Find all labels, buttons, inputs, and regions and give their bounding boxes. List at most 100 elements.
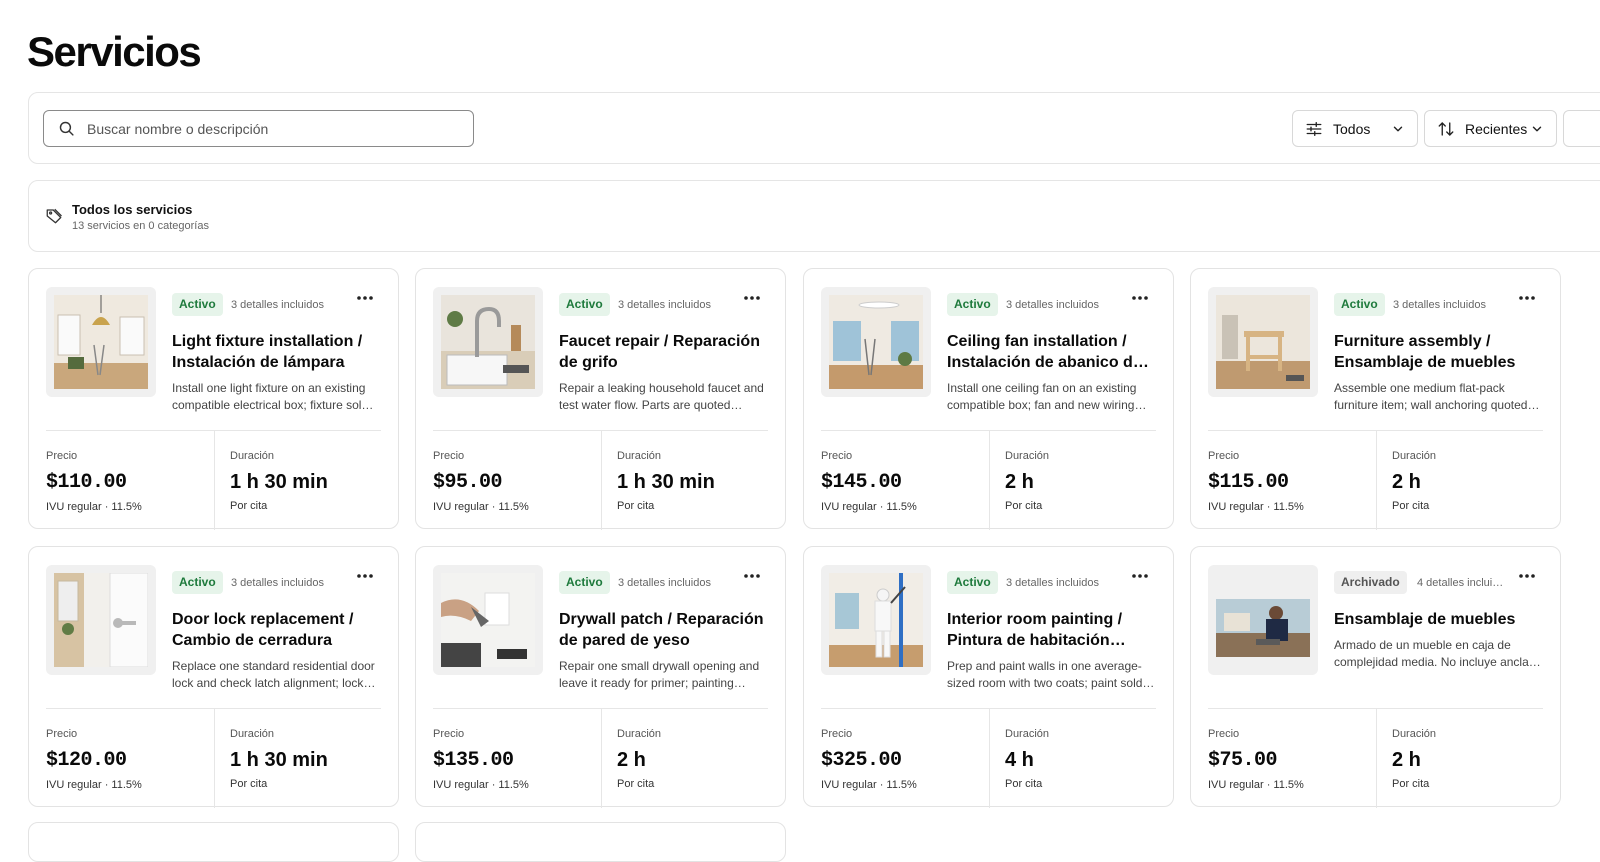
service-duration: 1 h 30 min <box>230 749 328 771</box>
tax-note: IVU regular · 11.5% <box>1208 501 1304 513</box>
service-title: Ceiling fan installation / Instalación d… <box>947 333 1142 371</box>
service-card[interactable]: Activo 3 detalles incluidos Light fixtur… <box>28 268 399 530</box>
per-appointment: Por cita <box>617 778 655 790</box>
price-label: Precio <box>1208 728 1240 740</box>
service-title: Light fixture installation / Instalación… <box>172 333 363 371</box>
light-fixture-photo-icon <box>54 295 148 389</box>
price-label: Precio <box>46 728 78 740</box>
service-duration: 2 h <box>617 749 646 771</box>
door-lock-photo-icon <box>54 573 148 667</box>
service-description: Install one light fixture on an existing… <box>172 381 369 412</box>
service-duration: 1 h 30 min <box>617 471 715 493</box>
service-card[interactable]: Activo 3 detalles incluidos Furniture as… <box>1190 268 1561 530</box>
chevron-down-icon <box>1393 126 1403 131</box>
per-appointment: Por cita <box>617 500 655 512</box>
more-options-icon[interactable] <box>355 291 375 305</box>
duration-label: Duración <box>617 728 662 740</box>
divider <box>601 431 602 530</box>
search-icon <box>59 121 74 136</box>
more-options-icon[interactable] <box>355 569 375 583</box>
price-label: Precio <box>821 728 853 740</box>
details-count: 3 detalles incluidos <box>1393 299 1486 311</box>
service-card[interactable] <box>28 822 399 862</box>
tax-note: IVU regular · 11.5% <box>46 501 142 513</box>
service-thumbnail <box>821 287 931 397</box>
service-card[interactable]: Activo 3 detalles incluidos Ceiling fan … <box>803 268 1174 530</box>
status-badge: Activo <box>172 293 223 316</box>
status-badge: Activo <box>947 571 998 594</box>
details-count: 3 detalles incluidos <box>1006 299 1099 311</box>
service-thumbnail <box>1208 565 1318 675</box>
search-box[interactable] <box>43 110 474 147</box>
service-title: Furniture assembly / Ensamblaje de muebl… <box>1334 333 1516 371</box>
per-appointment: Por cita <box>230 500 268 512</box>
service-thumbnail <box>433 287 543 397</box>
view-toggle-button[interactable] <box>1563 110 1600 147</box>
divider <box>989 709 990 808</box>
status-badge: Activo <box>1334 293 1385 316</box>
service-card[interactable]: Archivado 4 detalles incluidos Ensamblaj… <box>1190 546 1561 808</box>
service-description: Assemble one medium flat-pack furniture … <box>1334 381 1528 412</box>
search-input[interactable] <box>85 119 449 138</box>
price-label: Precio <box>433 728 465 740</box>
price-label: Precio <box>46 450 78 462</box>
service-description: Install one ceiling fan on an existing c… <box>947 381 1137 412</box>
service-card[interactable] <box>415 822 786 862</box>
service-thumbnail <box>1208 287 1318 397</box>
assembly-photo-icon <box>1216 573 1310 667</box>
tax-note: IVU regular · 11.5% <box>821 501 917 513</box>
details-count: 3 detalles incluidos <box>618 299 711 311</box>
service-title: Drywall patch / Reparación de pared de y… <box>559 611 764 649</box>
category-all-services[interactable]: Todos los servicios 13 servicios en 0 ca… <box>28 180 1600 252</box>
service-card[interactable]: Activo 3 detalles incluidos Door lock re… <box>28 546 399 808</box>
service-card[interactable]: Activo 3 detalles incluidos Interior roo… <box>803 546 1174 808</box>
divider <box>989 431 990 530</box>
service-price: $95.00 <box>433 471 503 494</box>
divider <box>1376 431 1377 530</box>
service-price: $325.00 <box>821 749 902 772</box>
divider <box>214 431 215 530</box>
service-description: Armado de un mueble en caja de complejid… <box>1334 638 1539 669</box>
more-options-icon[interactable] <box>742 291 762 305</box>
page-title: Servicios <box>27 28 202 75</box>
price-label: Precio <box>1208 450 1240 462</box>
service-thumbnail <box>46 287 156 397</box>
more-options-icon[interactable] <box>1130 291 1150 305</box>
duration-label: Duración <box>230 728 275 740</box>
service-price: $135.00 <box>433 749 514 772</box>
per-appointment: Por cita <box>1005 500 1043 512</box>
details-count: 3 detalles incluidos <box>231 577 324 589</box>
duration-label: Duración <box>1005 728 1050 740</box>
duration-label: Duración <box>1392 450 1437 462</box>
service-duration: 2 h <box>1392 471 1421 493</box>
service-thumbnail <box>46 565 156 675</box>
more-options-icon[interactable] <box>1517 291 1537 305</box>
painting-photo-icon <box>829 573 923 667</box>
filter-dropdown[interactable]: Todos <box>1292 110 1418 147</box>
service-description: Repair one small drywall opening and lea… <box>559 659 760 690</box>
tax-note: IVU regular · 11.5% <box>46 779 142 791</box>
more-options-icon[interactable] <box>1517 569 1537 583</box>
ceiling-fan-photo-icon <box>829 295 923 389</box>
sort-label: Recientes <box>1465 120 1528 137</box>
tax-note: IVU regular · 11.5% <box>821 779 917 791</box>
more-options-icon[interactable] <box>1130 569 1150 583</box>
tax-note: IVU regular · 11.5% <box>433 779 529 791</box>
service-title: Faucet repair / Reparación de grifo <box>559 333 760 371</box>
status-badge: Activo <box>559 293 610 316</box>
service-card[interactable]: Activo 3 detalles incluidos Faucet repai… <box>415 268 786 530</box>
more-options-icon[interactable] <box>742 569 762 583</box>
duration-label: Duración <box>617 450 662 462</box>
sort-dropdown[interactable]: Recientes <box>1424 110 1557 147</box>
per-appointment: Por cita <box>230 778 268 790</box>
service-price: $120.00 <box>46 749 127 772</box>
details-count: 4 detalles incluidos <box>1417 577 1505 589</box>
divider <box>1376 709 1377 808</box>
per-appointment: Por cita <box>1392 500 1430 512</box>
service-card[interactable]: Activo 3 detalles incluidos Drywall patc… <box>415 546 786 808</box>
sliders-icon <box>1306 121 1322 136</box>
service-price: $145.00 <box>821 471 902 494</box>
status-badge: Activo <box>172 571 223 594</box>
filter-label: Todos <box>1333 120 1371 137</box>
category-subtitle: 13 servicios en 0 categorías <box>72 220 209 232</box>
